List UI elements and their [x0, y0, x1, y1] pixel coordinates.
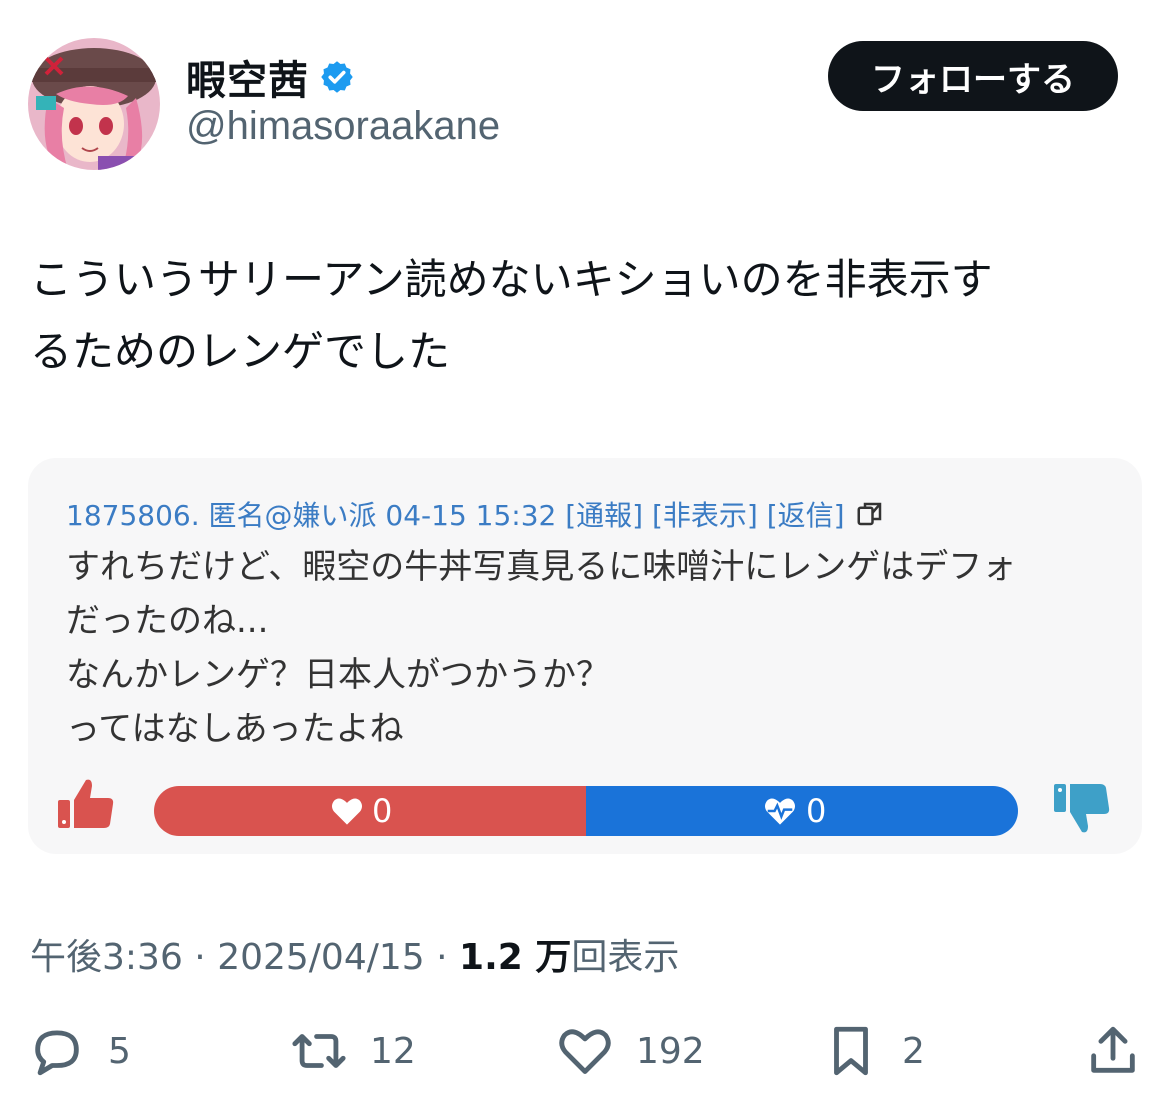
tweet-text-line: るためのレンゲでした — [30, 327, 451, 376]
copy-icon[interactable] — [855, 499, 885, 529]
dislike-vote-segment[interactable]: 0 — [586, 786, 1018, 836]
tweet-time[interactable]: 午後3:36 — [30, 937, 183, 978]
like-count: 0 — [372, 792, 393, 830]
post-body-line: なんかレンゲ？日本人がつかうか？ — [66, 655, 610, 695]
action-bar: 5 12 192 2 — [0, 1022, 1170, 1092]
post-header-text[interactable]: 1875806. 匿名@嫌い派 04-15 15:32 [通報] [非表示] [… — [66, 494, 845, 534]
share-button[interactable] — [1084, 1022, 1142, 1080]
tweet-meta: 午後3:36 · 2025/04/15 · 1.2 万回表示 — [30, 928, 679, 980]
follow-button[interactable]: フォローする — [828, 41, 1118, 111]
meta-separator: · — [424, 937, 460, 978]
view-label: 回表示 — [571, 937, 680, 978]
display-name[interactable]: 暇空茜 — [186, 48, 309, 106]
avatar[interactable] — [28, 38, 160, 170]
reply-count: 5 — [108, 1030, 131, 1072]
share-icon — [1091, 1026, 1135, 1073]
like-button[interactable]: 192 — [556, 1022, 705, 1080]
bookmark-button[interactable]: 2 — [822, 1022, 925, 1080]
thumbs-down-icon[interactable] — [1054, 780, 1112, 836]
bookmark-count: 2 — [902, 1030, 925, 1072]
like-vote-segment[interactable]: 0 — [154, 786, 586, 836]
meta-separator: · — [182, 937, 218, 978]
retweet-button[interactable]: 12 — [290, 1022, 416, 1080]
post-header: 1875806. 匿名@嫌い派 04-15 15:32 [通報] [非表示] [… — [66, 494, 885, 534]
thumbs-up-icon[interactable] — [58, 776, 116, 832]
reply-icon — [35, 1030, 79, 1076]
bookmark-icon — [834, 1026, 868, 1076]
heart-icon — [332, 798, 362, 825]
author-handle[interactable]: @himasoraakane — [186, 104, 500, 149]
reply-button[interactable]: 5 — [28, 1022, 131, 1080]
view-count[interactable]: 1.2 万 — [459, 937, 571, 978]
heartbeat-icon — [765, 798, 795, 825]
author-name-row: 暇空茜 — [186, 48, 355, 106]
post-body-line: すれちだけど、暇空の牛丼写真見るに味噌汁にレンゲはデフォ — [66, 547, 1017, 587]
retweet-count: 12 — [370, 1030, 416, 1072]
verified-badge-icon — [321, 61, 353, 93]
attached-image-card[interactable]: 1875806. 匿名@嫌い派 04-15 15:32 [通報] [非表示] [… — [28, 458, 1142, 854]
tweet-date[interactable]: 2025/04/15 — [217, 937, 425, 978]
tweet-text-line: こういうサリーアン読めないキショいのを非表示す — [30, 255, 993, 304]
like-icon — [559, 1029, 611, 1074]
dislike-count: 0 — [806, 792, 827, 830]
post-body: すれちだけど、暇空の牛丼写真見るに味噌汁にレンゲはデフォ だったのね... なん… — [66, 540, 1016, 756]
retweet-icon — [292, 1034, 346, 1068]
tweet-text: こういうサリーアン読めないキショいのを非表示す るためのレンゲでした — [30, 244, 1140, 388]
like-count: 192 — [636, 1030, 705, 1072]
post-body-line: だったのね... — [66, 601, 269, 641]
post-body-line: ってはなしあったよね — [66, 709, 404, 749]
vote-bar: 0 0 — [154, 786, 1018, 836]
